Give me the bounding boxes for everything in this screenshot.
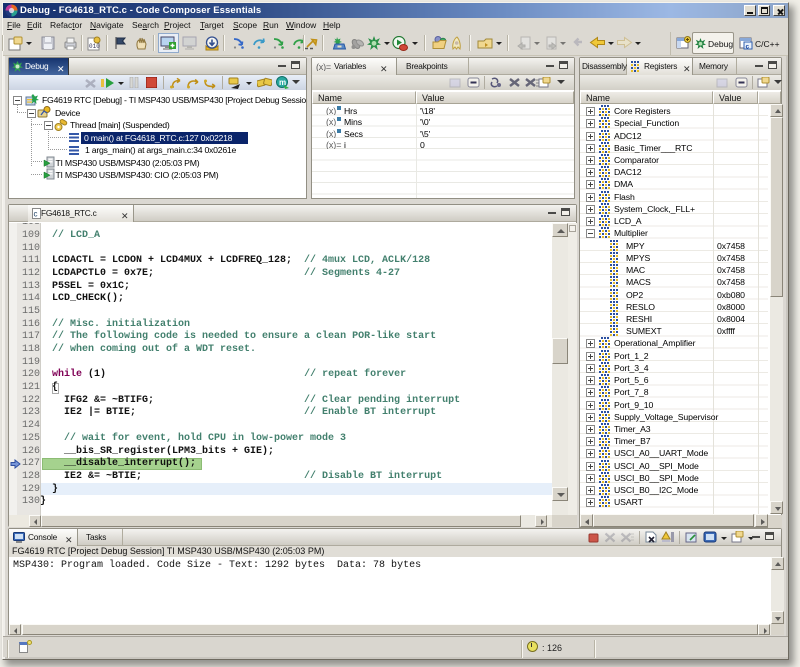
svg-text:c: c — [34, 210, 38, 219]
svg-text:c: c — [746, 44, 750, 51]
svg-text:010: 010 — [89, 43, 100, 50]
